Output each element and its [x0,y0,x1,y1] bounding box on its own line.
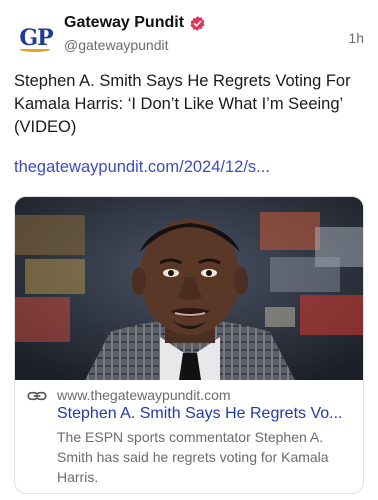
link-preview-card[interactable]: www.thegatewaypundit.com Stephen A. Smit… [14,196,364,494]
verified-badge-icon [190,15,205,31]
link-chain-icon [27,391,47,401]
handle[interactable]: @gatewaypundit [64,37,206,53]
card-description: The ESPN sports commentator Stephen A. S… [57,429,329,485]
post-header: GP Gateway Pundit @gatewaypundit 1h [14,10,364,60]
account-names: Gateway Pundit @gatewaypundit [64,14,206,53]
card-title[interactable]: Stephen A. Smith Says He Regrets Vo... [57,405,357,423]
news-studio-photo [15,197,363,380]
post-link[interactable]: thegatewaypundit.com/2024/12/s... [14,158,270,177]
logo-swoosh-icon [20,47,50,52]
card-domain: www.thegatewaypundit.com [57,387,231,403]
card-image[interactable] [15,197,363,380]
display-name[interactable]: Gateway Pundit [64,14,184,32]
avatar[interactable]: GP [14,16,58,60]
card-body[interactable]: www.thegatewaypundit.com Stephen A. Smit… [15,381,363,493]
post-text: Stephen A. Smith Says He Regrets Voting … [14,72,351,136]
timestamp[interactable]: 1h [348,30,364,46]
display-name-row: Gateway Pundit [64,14,206,32]
